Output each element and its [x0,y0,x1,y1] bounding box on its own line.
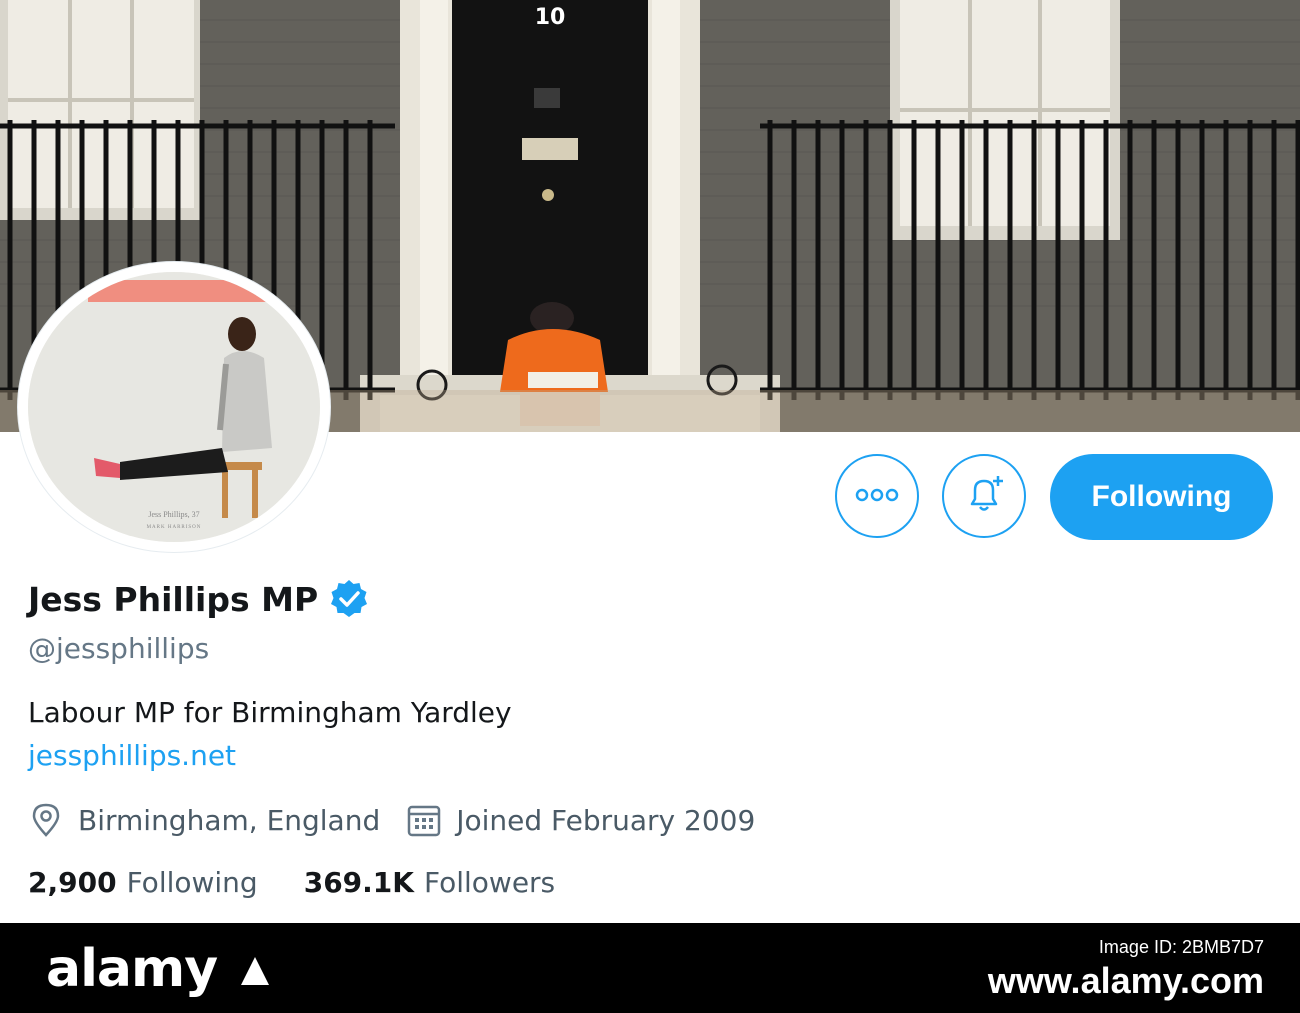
location-text: Birmingham, England [78,803,381,837]
more-dots-icon [855,487,899,506]
stock-brand-mark-icon [238,941,272,985]
stock-url: www.alamy.com [987,960,1264,1001]
display-name: Jess Phillips MP [28,579,319,619]
following-count: 2,900 [28,866,117,899]
bell-plus-icon [962,472,1006,520]
more-options-button[interactable] [835,454,919,538]
followers-label: Followers [423,866,556,899]
verified-badge-icon [328,578,370,620]
avatar-illustration [28,272,320,542]
profile-website-link[interactable]: jessphillips.net [28,739,236,772]
calendar-icon [406,802,442,838]
avatar-caption-name: Jess Phillips, 37 [148,510,200,519]
following-label: Following [126,866,258,899]
joined-item: Joined February 2009 [406,802,755,838]
stock-brand-text: alamy [46,939,218,999]
joined-text: Joined February 2009 [456,803,756,837]
following-button[interactable]: Following [1050,454,1273,540]
following-stat-link[interactable]: 2,900 Following [28,866,258,899]
notifications-button[interactable] [942,454,1026,538]
profile-avatar[interactable]: Jess Phillips, 37 MARK HARRISON [18,262,330,552]
stock-image-id: Image ID: 2BMB7D7 [1098,937,1264,957]
door-number: 10 [535,5,566,30]
location-pin-icon [28,802,64,838]
profile-handle: @jessphillips [28,632,210,665]
stock-brand-logo: alamy [46,939,272,999]
profile-stats: 2,900 Following 369.1K Followers [28,866,601,899]
location-item: Birmingham, England [28,802,380,838]
profile-bio: Labour MP for Birmingham Yardley [28,696,512,729]
avatar-caption-credit: MARK HARRISON [146,525,202,530]
stock-watermark-bar: alamy Image ID: 2BMB7D7 www.alamy.com [0,923,1300,1013]
profile-meta-row: Birmingham, England Joined February 2009 [28,802,781,838]
followers-stat-link[interactable]: 369.1K Followers [304,866,555,899]
followers-count: 369.1K [303,866,414,899]
stock-info: Image ID: 2BMB7D7 www.alamy.com [988,937,1264,1002]
name-row: Jess Phillips MP [28,578,370,620]
twitter-profile-page: 10 Jess Phillips, 37 MARK HARRISON Follo… [0,0,1300,1013]
avatar-photo: Jess Phillips, 37 MARK HARRISON [28,272,320,542]
